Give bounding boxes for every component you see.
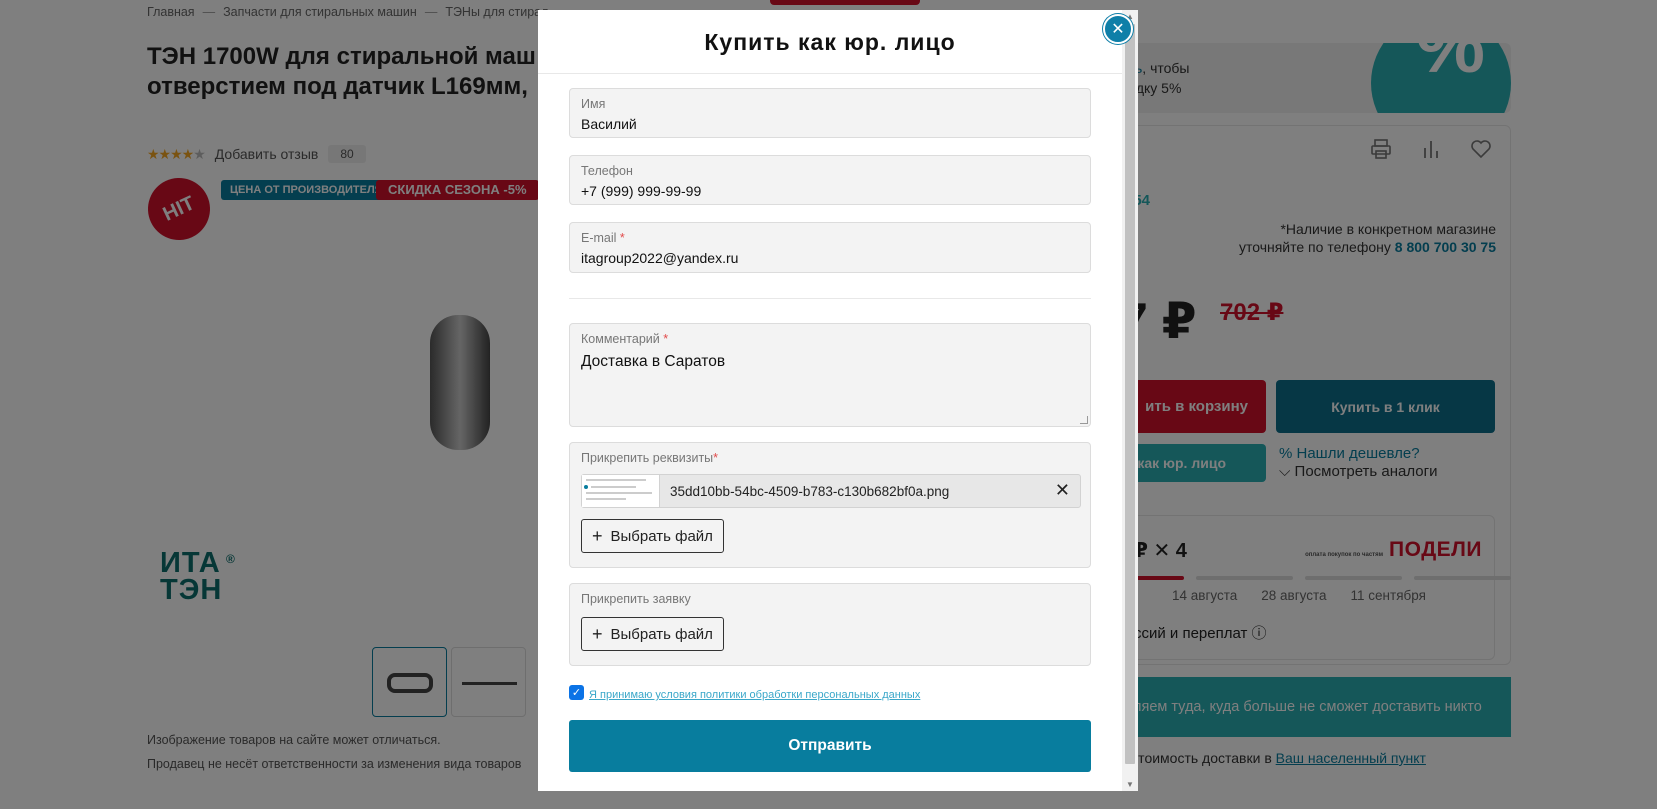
preview-line	[586, 479, 646, 481]
plus-icon: +	[592, 623, 603, 644]
privacy-policy-link[interactable]: Я принимаю условия политики обработки пе…	[589, 689, 920, 701]
attached-file: 35dd10bb-54bc-4509-b783-c130b682bf0a.png…	[581, 474, 1081, 508]
requisites-label-text: Прикрепить реквизиты	[581, 451, 714, 465]
email-label-text: E-mail	[581, 231, 617, 245]
remove-file-icon[interactable]: ✕	[1055, 480, 1070, 501]
file-name: 35dd10bb-54bc-4509-b783-c130b682bf0a.png	[670, 484, 950, 499]
required-mark: *	[713, 451, 719, 465]
request-label: Прикрепить заявку	[581, 592, 691, 606]
phone-input[interactable]: +7 (999) 999-99-99	[581, 183, 701, 199]
comment-field[interactable]: Комментарий * Доставка в Саратов	[569, 323, 1091, 427]
preview-dot	[584, 485, 588, 489]
check-icon: ✓	[571, 686, 582, 699]
plus-icon: +	[592, 525, 603, 546]
resize-handle-icon[interactable]	[1080, 416, 1088, 424]
scrollbar-thumb[interactable]	[1125, 24, 1135, 764]
preview-line	[586, 498, 626, 500]
close-modal-button[interactable]: ✕	[1103, 14, 1133, 44]
phone-label: Телефон	[581, 164, 633, 178]
comment-textarea[interactable]: Доставка в Саратов	[581, 353, 725, 371]
requisites-label: Прикрепить реквизиты*	[581, 451, 718, 465]
close-icon: ✕	[1111, 21, 1125, 38]
phone-field[interactable]: Телефон +7 (999) 999-99-99	[569, 155, 1091, 205]
form-divider	[569, 298, 1091, 299]
preview-line	[591, 486, 636, 488]
name-input[interactable]: Василий	[581, 116, 637, 132]
consent-checkbox[interactable]: ✓	[569, 684, 584, 700]
email-field[interactable]: E-mail * itagroup2022@yandex.ru	[569, 222, 1091, 273]
choose-file-label: Выбрать файл	[610, 625, 713, 643]
modal-scrollbar[interactable]: ▲ ▼	[1122, 10, 1138, 791]
name-label: Имя	[581, 97, 606, 111]
legal-entity-purchase-modal: Купить как юр. лицо Имя Василий Телефон …	[538, 10, 1138, 791]
email-input[interactable]: itagroup2022@yandex.ru	[581, 250, 738, 266]
modal-header: Купить как юр. лицо	[538, 10, 1122, 74]
choose-requisites-file-button[interactable]: + Выбрать файл	[581, 519, 724, 553]
preview-line	[586, 492, 652, 494]
comment-label-text: Комментарий	[581, 332, 660, 346]
choose-request-file-button[interactable]: + Выбрать файл	[581, 617, 724, 651]
comment-label: Комментарий *	[581, 332, 668, 346]
choose-file-label: Выбрать файл	[610, 527, 713, 545]
required-mark: *	[619, 231, 625, 245]
request-upload: Прикрепить заявку + Выбрать файл	[569, 583, 1091, 666]
file-preview-thumbnail	[582, 475, 660, 507]
submit-button[interactable]: Отправить	[569, 720, 1091, 772]
consent-row: ✓ Я принимаю условия политики обработки …	[569, 683, 920, 701]
email-label: E-mail *	[581, 231, 625, 245]
requisites-upload: Прикрепить реквизиты* 35dd10bb-54bc-4509…	[569, 442, 1091, 568]
modal-title: Купить как юр. лицо	[704, 29, 956, 55]
name-field[interactable]: Имя Василий	[569, 88, 1091, 138]
required-mark: *	[663, 332, 669, 346]
scroll-down-icon[interactable]: ▼	[1126, 780, 1134, 789]
